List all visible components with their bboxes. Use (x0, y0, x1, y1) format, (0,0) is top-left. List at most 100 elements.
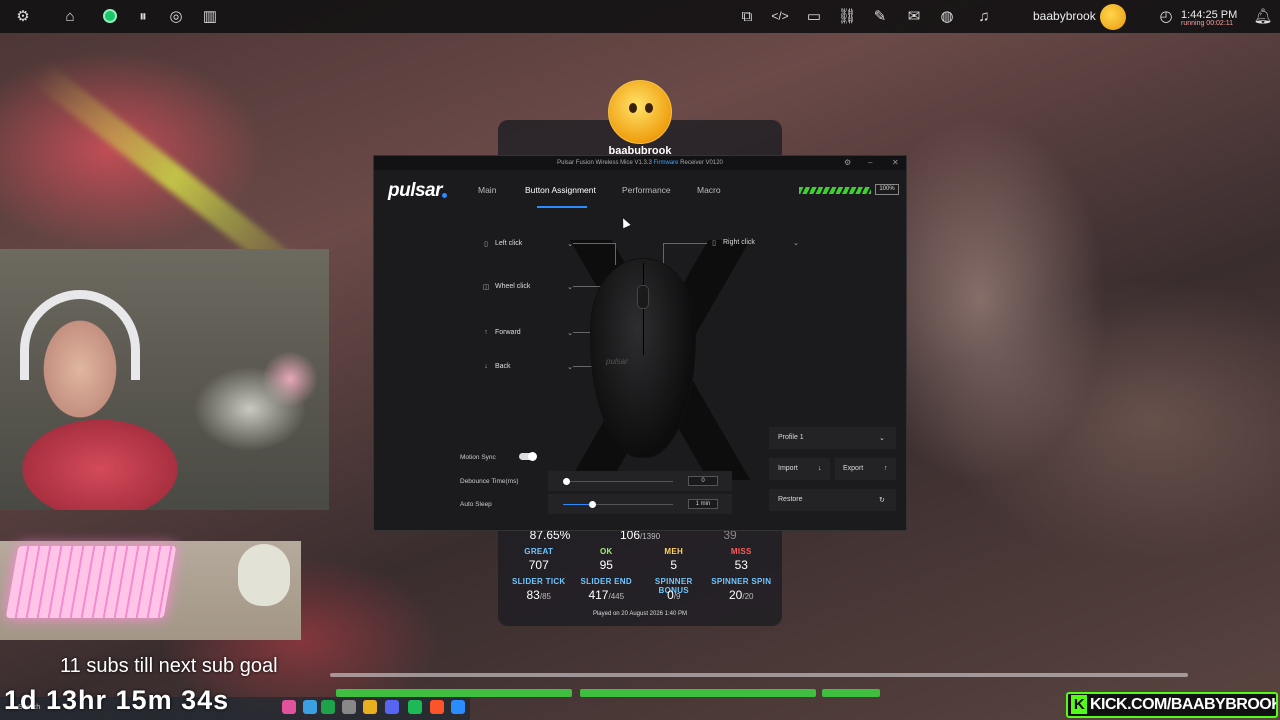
great-value: 707 (528, 558, 549, 572)
bonus-values: 83/85 417/445 0/9 20/20 (505, 588, 775, 602)
left-click-dropdown[interactable]: ▯ Left click ⌄ (481, 237, 573, 250)
bell-icon[interactable]: 🔔︎ (1253, 7, 1272, 25)
pink-keyboard (5, 546, 177, 618)
minimize-icon[interactable]: – (868, 158, 872, 167)
tab-performance[interactable]: Performance (622, 185, 671, 195)
close-icon[interactable]: ✕ (892, 158, 899, 167)
gear-icon[interactable]: ⚙ (14, 7, 32, 25)
profile-dropdown[interactable]: Profile 1 ⌄ (769, 427, 896, 449)
spotify-icon[interactable] (408, 700, 422, 714)
snipping-icon[interactable]: ⧉ (738, 7, 756, 25)
brave-icon[interactable] (430, 700, 444, 714)
tablet-icon[interactable]: ▭ (805, 7, 823, 25)
app-icon-2[interactable] (303, 700, 317, 714)
pulsar-logo: pulsar (388, 180, 448, 201)
music-edit-icon[interactable]: ✎ (871, 7, 889, 25)
code-icon[interactable]: </> (771, 7, 789, 25)
slider-end-value: 417/445 (573, 588, 641, 602)
arrow-down-icon: ↓ (484, 363, 488, 370)
green-bar-1 (336, 689, 572, 697)
status-dot-icon[interactable] (101, 7, 119, 25)
slider-tick-count: 83 (526, 588, 540, 602)
settings-icon[interactable]: ⚙ (844, 158, 851, 167)
mouse-button-split (643, 263, 644, 355)
receiver-version: Receiver V0120 (680, 160, 723, 166)
spinner-bonus-count: 0 (667, 588, 674, 602)
tab-main[interactable]: Main (478, 185, 496, 195)
left-click-connector-v (615, 243, 616, 265)
import-button[interactable]: Import ↓ (769, 458, 830, 480)
xbox-icon[interactable] (321, 700, 335, 714)
debounce-value[interactable]: 0 (688, 476, 718, 486)
restore-label: Restore (778, 496, 803, 503)
auto-sleep-knob[interactable] (589, 501, 596, 508)
right-click-dropdown[interactable]: ▯ Right click ⌄ (709, 236, 799, 249)
forward-label: Forward (495, 329, 521, 336)
music-icon[interactable]: ♫ (975, 7, 993, 25)
right-click-connector (663, 243, 707, 244)
slider-end-max: /445 (608, 592, 625, 601)
auto-sleep-value[interactable]: 1 min (688, 499, 718, 509)
restore-button[interactable]: Restore ↻ (769, 489, 896, 511)
upload-icon: ↑ (884, 465, 888, 472)
miss-value: 53 (734, 558, 748, 572)
discord-icon[interactable] (385, 700, 399, 714)
spinner-bonus-value: 0/9 (640, 588, 708, 602)
forward-dropdown[interactable]: ↑ Forward ⌄ (481, 326, 573, 339)
globe-icon[interactable]: ◍ (938, 7, 956, 25)
debounce-knob[interactable] (563, 478, 570, 485)
debounce-slider[interactable] (563, 481, 673, 482)
app-icon-9[interactable] (451, 700, 465, 714)
motion-sync-toggle[interactable] (519, 452, 537, 461)
chevron-down-icon: ⌄ (567, 329, 573, 337)
app-icon-1[interactable] (282, 700, 296, 714)
ok-value: 95 (599, 558, 613, 572)
chevron-down-icon: ⌄ (793, 239, 799, 247)
battery-percent: 100% (875, 184, 899, 195)
mouse-icon: ▯ (712, 239, 716, 247)
chrome-icon[interactable] (363, 700, 377, 714)
arrow-up-icon: ↑ (484, 329, 488, 336)
settings-app-icon[interactable] (342, 700, 356, 714)
mouse-icon: ▯ (484, 240, 488, 248)
top-username[interactable]: baabybrook (1033, 9, 1096, 23)
tab-button-assignment[interactable]: Button Assignment (525, 185, 596, 195)
back-dropdown[interactable]: ↓ Back ⌄ (481, 360, 573, 373)
window-titlebar: Pulsar Fusion Wireless Mice V1.3.3 Firmw… (374, 156, 906, 170)
chat-icon[interactable]: ✉ (905, 7, 923, 25)
battery-bar (799, 187, 871, 194)
kick-banner: KICK.COM/BAABYBROOK (1066, 692, 1278, 718)
spinner-spin-count: 20 (729, 588, 743, 602)
bars-icon[interactable]: ▥ (201, 7, 219, 25)
import-label: Import (778, 465, 798, 472)
download-icon: ↓ (818, 465, 822, 472)
refresh-icon: ↻ (879, 497, 885, 504)
wheel-icon: ◫ (482, 283, 490, 291)
network-icon[interactable]: ⛓ (837, 7, 856, 25)
back-label: Back (495, 363, 511, 370)
user-avatar[interactable] (1100, 4, 1126, 30)
left-click-connector (573, 243, 615, 244)
home-icon[interactable]: ⌂ (61, 7, 79, 25)
chevron-down-icon: ⌄ (567, 283, 573, 291)
played-date: Played on 20 August 2026 1:40 PM (592, 611, 688, 617)
green-bar-3 (822, 689, 880, 697)
meh-value: 5 (670, 558, 678, 572)
wheel-click-dropdown[interactable]: ◫ Wheel click ⌄ (481, 280, 573, 293)
mouse-wheel (637, 285, 649, 309)
clock-icon: ◴ (1159, 8, 1173, 25)
hit-labels: GREAT OK MEH MISS (505, 547, 775, 556)
pause-icon[interactable]: ⏸ (134, 7, 152, 25)
sub-goal-progress (330, 673, 1188, 677)
spinner-bonus-max: /9 (673, 592, 681, 601)
great-label: GREAT (524, 547, 554, 556)
tab-macro[interactable]: Macro (697, 185, 721, 195)
circle-icon[interactable]: ◎ (167, 7, 185, 25)
stream-timer: 1d 13hr 15m 34s (4, 685, 230, 715)
export-button[interactable]: Export ↑ (835, 458, 896, 480)
window-title: Pulsar Fusion Wireless Mice V1.3.3 (557, 160, 652, 166)
meh-label: MEH (664, 547, 684, 556)
chevron-down-icon: ⌄ (879, 435, 885, 442)
left-click-label: Left click (495, 240, 523, 247)
firmware-label: Firmware (653, 160, 679, 166)
